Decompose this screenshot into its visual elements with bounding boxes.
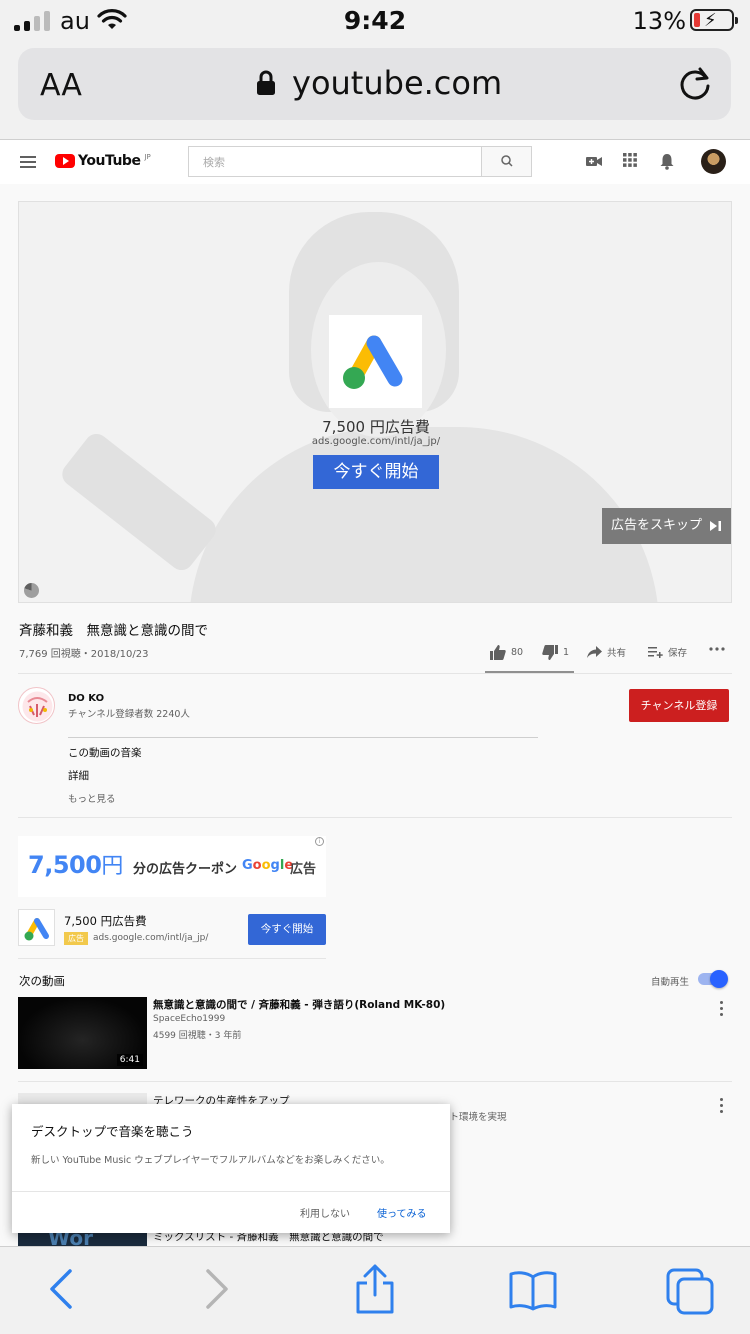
more-actions-button[interactable] bbox=[709, 647, 725, 651]
thumbs-down-icon bbox=[542, 645, 558, 660]
ad-title[interactable]: 7,500 円広告費 bbox=[64, 913, 147, 929]
search-icon bbox=[501, 155, 513, 167]
ad-badge: 広告 bbox=[64, 932, 88, 945]
banner-ad[interactable]: 7,500円 分の広告クーポン Google 広告 bbox=[18, 836, 326, 897]
ad-advertiser-logo bbox=[18, 909, 55, 946]
ad-info-icon[interactable]: i bbox=[315, 837, 324, 846]
channel-avatar[interactable] bbox=[18, 687, 55, 724]
autoplay-toggle[interactable] bbox=[698, 970, 728, 988]
channel-name[interactable]: DO KO bbox=[68, 693, 104, 704]
search-button[interactable] bbox=[481, 147, 531, 176]
video-player[interactable]: 7,500 円広告費 ads.google.com/intl/ja_jp/ 今す… bbox=[18, 201, 732, 603]
show-more-link[interactable]: もっと見る bbox=[68, 791, 116, 805]
up-next-heading: 次の動画 bbox=[19, 974, 65, 988]
youtube-header: YouTube JP 検索 bbox=[0, 140, 750, 184]
battery-percent: 13% bbox=[632, 7, 686, 35]
dislike-button[interactable]: 1 bbox=[542, 645, 569, 660]
banner-coupon-text: 分の広告クーポン bbox=[133, 862, 238, 877]
dialog-message: 新しい YouTube Music ウェブプレイヤーでフルアルバムなどをお楽しみ… bbox=[31, 1155, 390, 1166]
google-ads-logo bbox=[329, 315, 422, 408]
ios-status-bar: au 9:42 13% ⚡ bbox=[0, 0, 750, 44]
forward-icon[interactable] bbox=[202, 1267, 232, 1311]
address-bar[interactable]: AA youtube.com bbox=[18, 48, 731, 120]
channel-logo-icon bbox=[22, 691, 53, 722]
divider bbox=[18, 673, 732, 674]
description-divider bbox=[68, 737, 538, 738]
ad-timer-icon bbox=[24, 583, 39, 598]
youtube-music-promo-dialog: デスクトップで音楽を聴こう 新しい YouTube Music ウェブプレイヤー… bbox=[12, 1104, 450, 1233]
divider bbox=[18, 1081, 732, 1082]
save-button[interactable]: 保存 bbox=[648, 645, 687, 659]
account-avatar[interactable] bbox=[701, 149, 726, 174]
video-title[interactable]: 無意識と意識の間で / 斉藤和義 - 弾き語り(Roland MK-80) bbox=[153, 997, 445, 1012]
video-menu-icon[interactable] bbox=[720, 1001, 724, 1019]
skip-ad-button[interactable]: 広告をスキップ bbox=[602, 508, 731, 544]
youtube-logo[interactable]: YouTube JP bbox=[55, 153, 151, 169]
like-button[interactable]: 80 bbox=[490, 645, 523, 660]
google-ads-icon bbox=[24, 918, 49, 941]
create-video-icon[interactable] bbox=[585, 152, 603, 170]
share-button[interactable]: 共有 bbox=[587, 645, 626, 659]
share-arrow-icon bbox=[587, 646, 602, 658]
google-logo: Google bbox=[242, 858, 294, 873]
dialog-title: デスクトップで音楽を聴こう bbox=[31, 1124, 194, 1139]
dismiss-button[interactable]: 利用しない bbox=[300, 1205, 350, 1220]
video-meta: 4599 回視聴・3 年前 bbox=[153, 1031, 242, 1041]
menu-icon[interactable] bbox=[20, 156, 36, 171]
description-line: この動画の音楽 bbox=[68, 747, 142, 759]
dialog-divider bbox=[12, 1191, 450, 1192]
video-meta: 7,769 回視聴・2018/10/23 bbox=[19, 649, 149, 660]
text-size-button[interactable]: AA bbox=[40, 68, 82, 103]
video-thumbnail[interactable]: Wor bbox=[18, 1232, 147, 1246]
google-ads-icon bbox=[343, 335, 403, 389]
search-placeholder: 検索 bbox=[203, 156, 225, 169]
try-it-button[interactable]: 使ってみる bbox=[377, 1205, 427, 1220]
ad-url[interactable]: ads.google.com/intl/ja_jp/ bbox=[93, 933, 208, 943]
more-horizontal-icon bbox=[709, 647, 725, 651]
video-background-figure bbox=[189, 427, 659, 602]
safari-toolbar bbox=[0, 1246, 750, 1334]
description-line: 詳細 bbox=[68, 770, 89, 782]
search-input[interactable]: 検索 bbox=[188, 146, 532, 177]
autoplay-label: 自動再生 bbox=[651, 977, 690, 988]
thumbs-up-icon bbox=[490, 645, 506, 660]
share-icon[interactable] bbox=[352, 1263, 398, 1315]
ad-url[interactable]: ads.google.com/intl/ja_jp/ bbox=[19, 436, 731, 447]
subscribe-button[interactable]: チャンネル登録 bbox=[629, 689, 729, 722]
video-menu-icon[interactable] bbox=[720, 1098, 724, 1116]
video-thumbnail[interactable]: 6:41 bbox=[18, 997, 147, 1069]
bookmarks-icon[interactable] bbox=[508, 1269, 558, 1311]
apps-icon[interactable] bbox=[622, 152, 638, 168]
banner-ad-word: 広告 bbox=[290, 862, 317, 877]
ad-start-button[interactable]: 今すぐ開始 bbox=[313, 455, 439, 489]
video-title: 斉藤和義 無意識と意識の間で bbox=[19, 623, 208, 639]
tabs-icon[interactable] bbox=[664, 1267, 716, 1315]
lock-icon bbox=[257, 70, 275, 95]
battery-icon: ⚡ bbox=[690, 9, 738, 31]
ad-price: 7,500 円広告費 bbox=[322, 418, 430, 436]
safari-address-area: AA youtube.com bbox=[0, 44, 750, 140]
back-icon[interactable] bbox=[46, 1267, 76, 1311]
skip-next-icon bbox=[710, 521, 721, 531]
divider bbox=[18, 817, 732, 818]
reload-icon[interactable] bbox=[679, 66, 713, 102]
video-duration: 6:41 bbox=[116, 1054, 143, 1066]
banner-amount: 7,500円 bbox=[28, 851, 123, 879]
notifications-bell-icon[interactable] bbox=[659, 152, 675, 170]
subscriber-count: チャンネル登録者数 2240人 bbox=[68, 709, 190, 720]
url-text[interactable]: youtube.com bbox=[292, 64, 502, 102]
video-channel[interactable]: SpaceEcho1999 bbox=[153, 1014, 225, 1024]
youtube-play-icon bbox=[55, 154, 75, 168]
ad-start-button[interactable]: 今すぐ開始 bbox=[248, 914, 326, 945]
divider bbox=[18, 958, 326, 959]
playlist-add-icon bbox=[648, 647, 663, 658]
